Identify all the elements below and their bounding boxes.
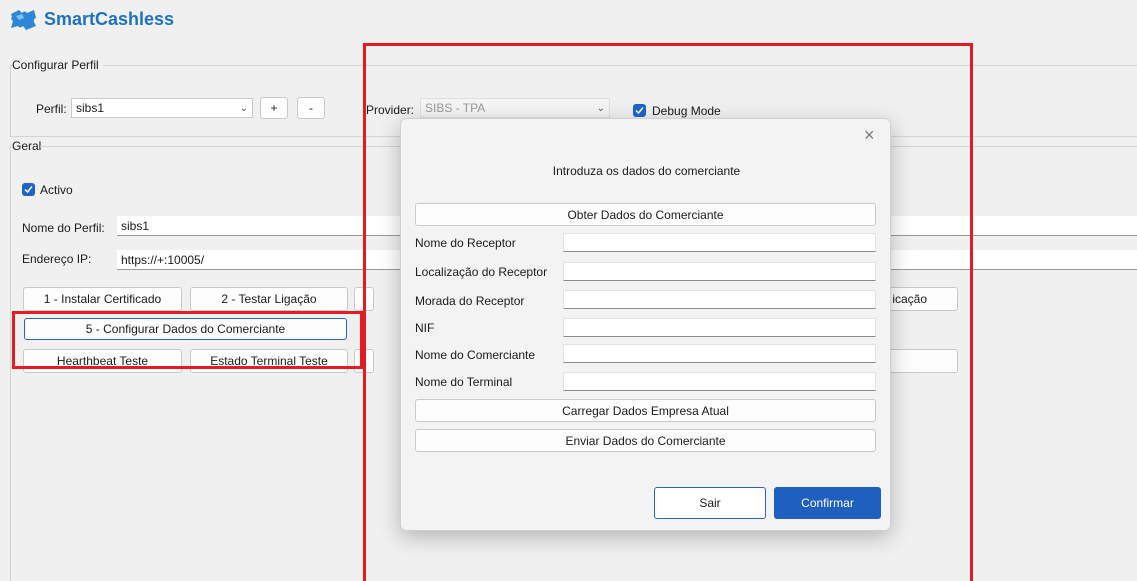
field-label-nome-terminal: Nome do Terminal xyxy=(415,375,513,389)
nome-comerciante-input[interactable] xyxy=(563,344,876,363)
nome-perfil-label: Nome do Perfil: xyxy=(22,221,105,235)
nome-perfil-value: sibs1 xyxy=(121,218,150,233)
localizacao-receptor-input[interactable] xyxy=(563,262,876,281)
sair-button[interactable]: Sair xyxy=(654,487,766,519)
config-group-label: Configurar Perfil xyxy=(12,58,103,72)
morada-receptor-input[interactable] xyxy=(563,290,876,309)
highlight-box-button xyxy=(12,311,363,369)
endereco-ip-value: https://+:10005/ xyxy=(121,252,205,267)
close-icon[interactable]: × xyxy=(864,125,875,146)
field-label-localizacao-receptor: Localização do Receptor xyxy=(415,265,548,279)
obter-dados-button[interactable]: Obter Dados do Comerciante xyxy=(415,203,876,226)
merchant-data-dialog: × Introduza os dados do comerciante Obte… xyxy=(400,118,891,531)
carregar-dados-button[interactable]: Carregar Dados Empresa Atual xyxy=(415,399,876,422)
confirmar-button[interactable]: Confirmar xyxy=(774,487,881,519)
chevron-down-icon: ⌄ xyxy=(239,102,248,114)
config-group-left-border xyxy=(10,65,11,137)
nome-receptor-input[interactable] xyxy=(563,233,876,252)
perfil-select[interactable]: sibs1 ⌄ xyxy=(71,98,253,118)
field-label-morada-receptor: Morada do Receptor xyxy=(415,294,525,308)
field-label-nif: NIF xyxy=(415,321,435,335)
testar-ligacao-button[interactable]: 2 - Testar Ligação xyxy=(190,287,348,311)
field-label-nome-comerciante: Nome do Comerciante xyxy=(415,348,536,362)
perfil-label: Perfil: xyxy=(36,102,67,116)
remove-profile-button[interactable]: - xyxy=(297,97,325,119)
dialog-heading: Introduza os dados do comerciante xyxy=(552,164,741,178)
app-title: SmartCashless xyxy=(44,8,175,29)
field-label-nome-receptor: Nome do Receptor xyxy=(415,236,516,250)
perfil-select-value: sibs1 xyxy=(76,101,105,115)
geral-group-left-border xyxy=(10,146,11,581)
check-icon xyxy=(24,186,33,194)
enviar-dados-button[interactable]: Enviar Dados do Comerciante xyxy=(415,429,876,452)
add-profile-button[interactable]: + xyxy=(260,97,288,119)
app-logo: SmartCashless xyxy=(8,6,174,32)
puzzle-logo-icon xyxy=(11,10,36,30)
instalar-certificado-button[interactable]: 1 - Instalar Certificado xyxy=(23,287,182,311)
activo-label: Activo xyxy=(40,183,73,197)
nome-terminal-input[interactable] xyxy=(563,372,876,391)
nif-input[interactable] xyxy=(563,318,876,337)
activo-checkbox[interactable] xyxy=(22,183,35,196)
endereco-ip-label: Endereço IP: xyxy=(22,252,92,266)
